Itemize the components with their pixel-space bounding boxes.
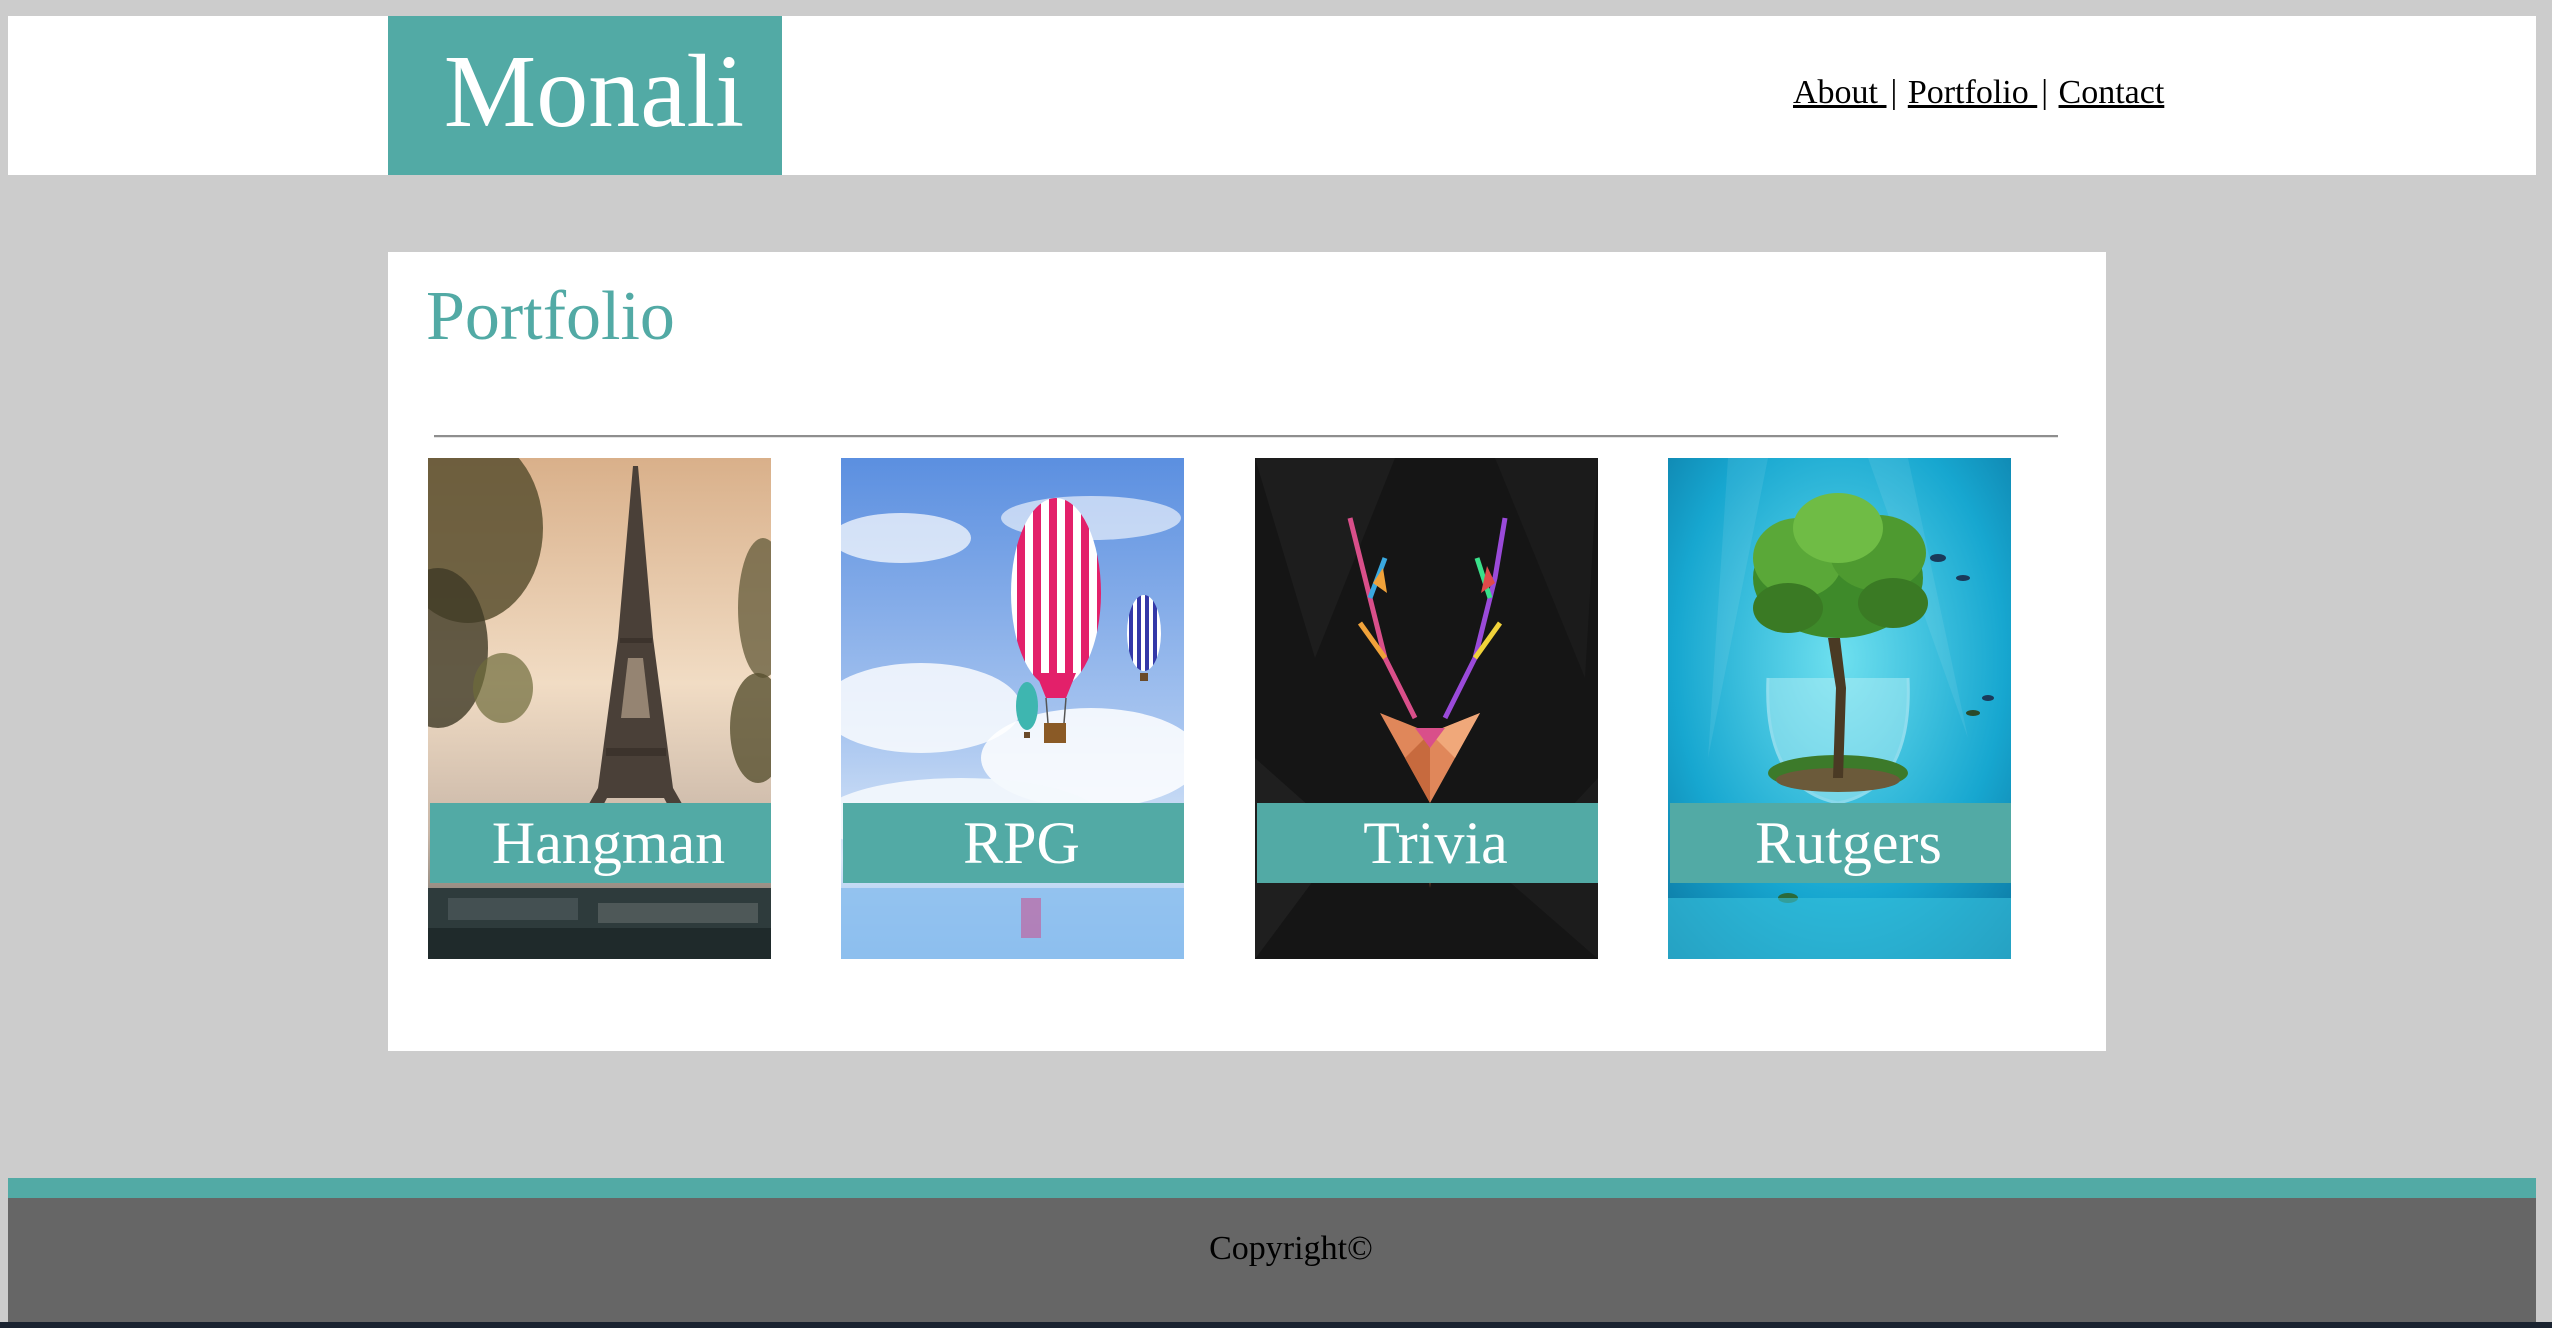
project-label: Rutgers <box>1670 803 2011 883</box>
hot-air-balloons-image <box>841 458 1184 959</box>
page-title: Portfolio <box>426 278 675 355</box>
site-logo[interactable]: Monali <box>388 16 782 175</box>
project-grid: Hangman RPG Trivia Rutgers <box>428 458 2068 959</box>
project-label: Hangman <box>430 803 771 883</box>
site-header: Monali About | Portfolio | Contact <box>8 16 2536 175</box>
logo-text: Monali <box>443 33 745 149</box>
nav-link-portfolio[interactable]: Portfolio <box>1908 74 2037 111</box>
nav-separator: | <box>2041 74 2049 111</box>
window-bottom-edge <box>0 1322 2552 1328</box>
main-nav: About | Portfolio | Contact <box>1793 74 2164 112</box>
project-label: RPG <box>843 803 1184 883</box>
footer-accent-bar <box>8 1178 2536 1198</box>
nav-link-about[interactable]: About <box>1793 74 1887 111</box>
eiffel-tower-image <box>428 458 771 959</box>
site-footer: Copyright© <box>8 1198 2536 1322</box>
project-tile-hangman[interactable]: Hangman <box>428 458 771 959</box>
geometric-deer-image <box>1255 458 1598 959</box>
divider <box>434 435 2058 438</box>
tree-in-glass-underwater-image <box>1668 458 2011 959</box>
portfolio-section: Portfolio Hangman RPG Trivia Rutgers <box>388 252 2106 1051</box>
page: Monali About | Portfolio | Contact Portf… <box>0 0 2552 1328</box>
nav-separator: | <box>1890 74 1898 111</box>
copyright-text: Copyright© <box>1209 1230 1373 1267</box>
nav-link-contact[interactable]: Contact <box>2059 74 2165 111</box>
project-label: Trivia <box>1257 803 1598 883</box>
project-tile-trivia[interactable]: Trivia <box>1255 458 1598 959</box>
project-tile-rutgers[interactable]: Rutgers <box>1668 458 2011 959</box>
project-tile-rpg[interactable]: RPG <box>841 458 1184 959</box>
